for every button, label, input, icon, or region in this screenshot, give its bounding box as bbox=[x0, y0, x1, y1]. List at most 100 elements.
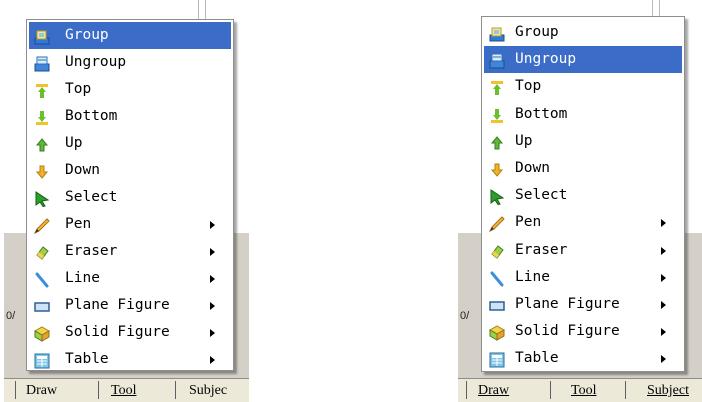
pen-icon bbox=[33, 217, 50, 235]
menu-item-plane-figure[interactable]: Plane Figure bbox=[482, 291, 684, 318]
menu-item-label: Eraser bbox=[65, 243, 118, 259]
menu-item-group[interactable]: Group bbox=[29, 22, 231, 49]
up-arrow-icon bbox=[34, 136, 50, 152]
menu-item-eraser[interactable]: Eraser bbox=[27, 238, 233, 265]
submenu-arrow-icon bbox=[210, 329, 215, 337]
submenu-arrow-icon bbox=[210, 221, 215, 229]
menu-item-label: Down bbox=[65, 162, 100, 178]
eraser-icon bbox=[34, 244, 50, 260]
menu-item-label: Solid Figure bbox=[65, 324, 170, 340]
menu-item-bottom[interactable]: Bottom bbox=[27, 103, 233, 130]
up-arrow-icon bbox=[489, 134, 505, 150]
group-icon bbox=[489, 25, 505, 42]
table-icon bbox=[489, 351, 505, 368]
menu-item-label: Eraser bbox=[515, 241, 568, 258]
menu-item-label: Plane Figure bbox=[515, 295, 620, 312]
menu-item-bottom[interactable]: Bottom bbox=[482, 101, 684, 128]
menu-item-up[interactable]: Up bbox=[482, 128, 684, 155]
tab-separator bbox=[175, 381, 176, 399]
menu-item-label: Bottom bbox=[65, 108, 118, 124]
menu-item-pen[interactable]: Pen bbox=[482, 209, 684, 236]
submenu-arrow-icon bbox=[210, 248, 215, 256]
pen-icon bbox=[488, 215, 505, 233]
tab-subject[interactable]: Subject bbox=[647, 383, 689, 399]
bottom-icon bbox=[34, 109, 50, 125]
menu-item-eraser[interactable]: Eraser bbox=[482, 237, 684, 264]
menu-item-label: Pen bbox=[65, 216, 92, 232]
menu-item-ungroup[interactable]: Ungroup bbox=[27, 49, 233, 76]
menu-item-plane-figure[interactable]: Plane Figure bbox=[27, 292, 233, 319]
partial-status-text: 0/ bbox=[460, 310, 470, 322]
menu-item-up[interactable]: Up bbox=[27, 130, 233, 157]
menu-item-top[interactable]: Top bbox=[482, 73, 684, 100]
menu-item-label: Table bbox=[515, 350, 559, 367]
solid-figure-icon bbox=[33, 325, 51, 342]
menu-item-label: Select bbox=[515, 187, 568, 204]
menu-item-label: Group bbox=[515, 24, 559, 40]
context-menu: Group Ungroup Top Bottom Up Down Select Pen Eras… bbox=[481, 16, 685, 372]
menu-item-label: Ungroup bbox=[515, 51, 577, 68]
plane-figure-icon bbox=[34, 298, 50, 314]
tab-draw[interactable]: Draw bbox=[478, 383, 509, 399]
bottom-tab-bar: Draw Tool Subject bbox=[458, 378, 702, 402]
menu-item-label: Table bbox=[65, 351, 109, 367]
solid-figure-icon bbox=[488, 324, 506, 341]
menu-item-label: Down bbox=[515, 159, 550, 176]
bottom-tab-bar: Draw Tool Subjec bbox=[4, 378, 249, 402]
menu-item-top[interactable]: Top bbox=[27, 76, 233, 103]
partial-status-text: 0/ bbox=[6, 310, 16, 322]
menu-item-select[interactable]: Select bbox=[27, 184, 233, 211]
menu-item-label: Solid Figure bbox=[515, 323, 620, 340]
submenu-arrow-icon bbox=[661, 300, 666, 309]
menu-item-label: Top bbox=[65, 81, 92, 97]
menu-item-label: Up bbox=[65, 135, 83, 151]
menu-item-label: Select bbox=[65, 189, 118, 205]
line-icon bbox=[489, 270, 505, 287]
menu-item-label: Top bbox=[515, 78, 542, 95]
context-menu-screenshot-right: 0/ Group Ungroup Top Bottom Up Down Select Pen E… bbox=[458, 0, 702, 402]
tab-tool[interactable]: Tool bbox=[571, 383, 596, 399]
context-menu: Group Ungroup Top Bottom Up Down Select Pen Eras… bbox=[26, 19, 234, 371]
tab-draw[interactable]: Draw bbox=[26, 383, 57, 399]
menu-item-group[interactable]: Group bbox=[482, 19, 684, 46]
menu-item-down[interactable]: Down bbox=[482, 155, 684, 182]
menu-item-table[interactable]: Table bbox=[27, 346, 233, 373]
menu-item-label: Group bbox=[65, 27, 109, 43]
select-cursor-icon bbox=[34, 190, 50, 208]
top-icon bbox=[34, 82, 50, 98]
bottom-icon bbox=[489, 107, 505, 123]
group-icon bbox=[34, 28, 50, 45]
menu-item-label: Line bbox=[65, 270, 100, 286]
tab-separator bbox=[625, 381, 626, 399]
down-arrow-icon bbox=[34, 163, 50, 179]
menu-item-line[interactable]: Line bbox=[27, 265, 233, 292]
tab-separator bbox=[15, 381, 16, 399]
menu-item-label: Up bbox=[515, 132, 533, 149]
submenu-arrow-icon bbox=[661, 246, 666, 255]
submenu-arrow-icon bbox=[661, 219, 666, 228]
tab-subject[interactable]: Subjec bbox=[189, 383, 227, 399]
line-icon bbox=[34, 271, 50, 288]
menu-item-down[interactable]: Down bbox=[27, 157, 233, 184]
submenu-arrow-icon bbox=[661, 273, 666, 282]
menu-item-pen[interactable]: Pen bbox=[27, 211, 233, 238]
menu-item-solid-figure[interactable]: Solid Figure bbox=[27, 319, 233, 346]
tab-separator bbox=[550, 381, 551, 399]
submenu-arrow-icon bbox=[210, 302, 215, 310]
menu-item-label: Ungroup bbox=[65, 54, 127, 70]
menu-item-line[interactable]: Line bbox=[482, 264, 684, 291]
menu-item-ungroup[interactable]: Ungroup bbox=[484, 46, 682, 74]
top-icon bbox=[489, 79, 505, 96]
submenu-arrow-icon bbox=[661, 355, 666, 364]
tab-separator bbox=[98, 381, 99, 399]
tab-tool[interactable]: Tool bbox=[111, 383, 136, 399]
ungroup-icon bbox=[489, 52, 505, 69]
menu-item-table[interactable]: Table bbox=[482, 345, 684, 372]
menu-item-label: Plane Figure bbox=[65, 297, 170, 313]
table-icon bbox=[34, 352, 50, 369]
menu-item-select[interactable]: Select bbox=[482, 182, 684, 209]
context-menu-screenshot-left: 0/ Group Ungroup Top Bottom Up Down Select Pen E… bbox=[4, 0, 249, 402]
submenu-arrow-icon bbox=[210, 275, 215, 283]
menu-item-solid-figure[interactable]: Solid Figure bbox=[482, 318, 684, 345]
submenu-arrow-icon bbox=[210, 356, 215, 364]
